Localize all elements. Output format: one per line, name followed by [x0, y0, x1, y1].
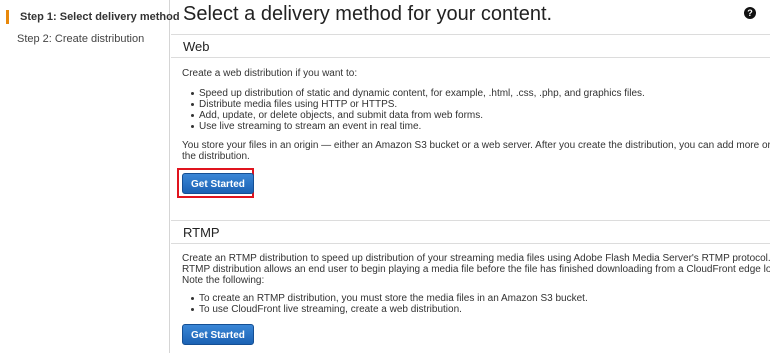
- page: Step 1: Select delivery method Step 2: C…: [0, 0, 770, 353]
- rtmp-section: RTMP Create an RTMP distribution to spee…: [171, 220, 770, 345]
- web-origin-text-line-2: the distribution.: [182, 151, 250, 162]
- web-section-header: Web: [171, 34, 770, 58]
- page-title: Select a delivery method for your conten…: [183, 3, 553, 25]
- step-1-select-delivery-method[interactable]: Step 1: Select delivery method: [6, 10, 180, 24]
- list-item: Add, update, or delete objects, and subm…: [191, 110, 645, 121]
- web-bullet-list: Speed up distribution of static and dyna…: [182, 88, 645, 132]
- rtmp-text-line-1: Create an RTMP distribution to speed up …: [182, 253, 770, 264]
- rtmp-section-title: RTMP: [183, 225, 220, 240]
- web-section-title: Web: [183, 39, 210, 54]
- help-icon[interactable]: ?: [744, 7, 756, 19]
- web-origin-text-line-1: You store your files in an origin — eith…: [182, 140, 770, 151]
- web-intro-text: Create a web distribution if you want to…: [182, 68, 358, 79]
- rtmp-text-line-2: RTMP distribution allows an end user to …: [182, 264, 770, 275]
- rtmp-bullet-list: To create an RTMP distribution, you must…: [182, 293, 588, 315]
- step-2-create-distribution[interactable]: Step 2: Create distribution: [17, 32, 144, 46]
- list-item: Speed up distribution of static and dyna…: [191, 88, 645, 99]
- list-item: To use CloudFront live streaming, create…: [191, 304, 588, 315]
- list-item: Use live streaming to stream an event in…: [191, 121, 645, 132]
- list-item: Distribute media files using HTTP or HTT…: [191, 99, 645, 110]
- rtmp-text-line-3: Note the following:: [182, 275, 265, 286]
- web-get-started-button[interactable]: Get Started: [182, 173, 254, 194]
- wizard-sidebar: Step 1: Select delivery method Step 2: C…: [0, 0, 180, 353]
- main-content: Select a delivery method for your conten…: [171, 0, 770, 353]
- rtmp-section-header: RTMP: [171, 220, 770, 244]
- rtmp-get-started-button[interactable]: Get Started: [182, 324, 254, 345]
- web-section: Web Create a web distribution if you wan…: [171, 34, 770, 198]
- list-item: To create an RTMP distribution, you must…: [191, 293, 588, 304]
